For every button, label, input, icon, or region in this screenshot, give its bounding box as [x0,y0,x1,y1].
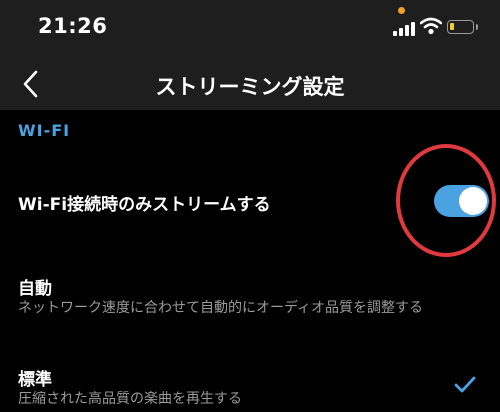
section-header-wifi: WI-FI [18,121,71,140]
signal-icon [393,22,418,36]
recording-dot-icon [398,7,405,14]
wifi-only-toggle[interactable] [434,185,489,217]
page-title: ストリーミング設定 [155,75,345,99]
wifi-icon [420,17,442,35]
battery-icon [447,20,478,34]
wifi-only-label: Wi-Fi接続時のみストリームする [18,195,271,215]
standard-label: 標準 [18,370,52,390]
status-time: 21:26 [38,14,108,38]
navigation-bar: ストリーミング設定 [0,60,500,110]
toggle-knob [459,187,487,215]
status-bar: 21:26 [0,0,500,60]
standard-description: 圧縮された高品質の楽曲を再生する [18,391,242,407]
auto-description: ネットワーク速度に合わせて自動的にオーディオ品質を調整する [18,300,424,316]
checkmark-icon [454,376,476,393]
auto-label: 自動 [18,279,52,299]
